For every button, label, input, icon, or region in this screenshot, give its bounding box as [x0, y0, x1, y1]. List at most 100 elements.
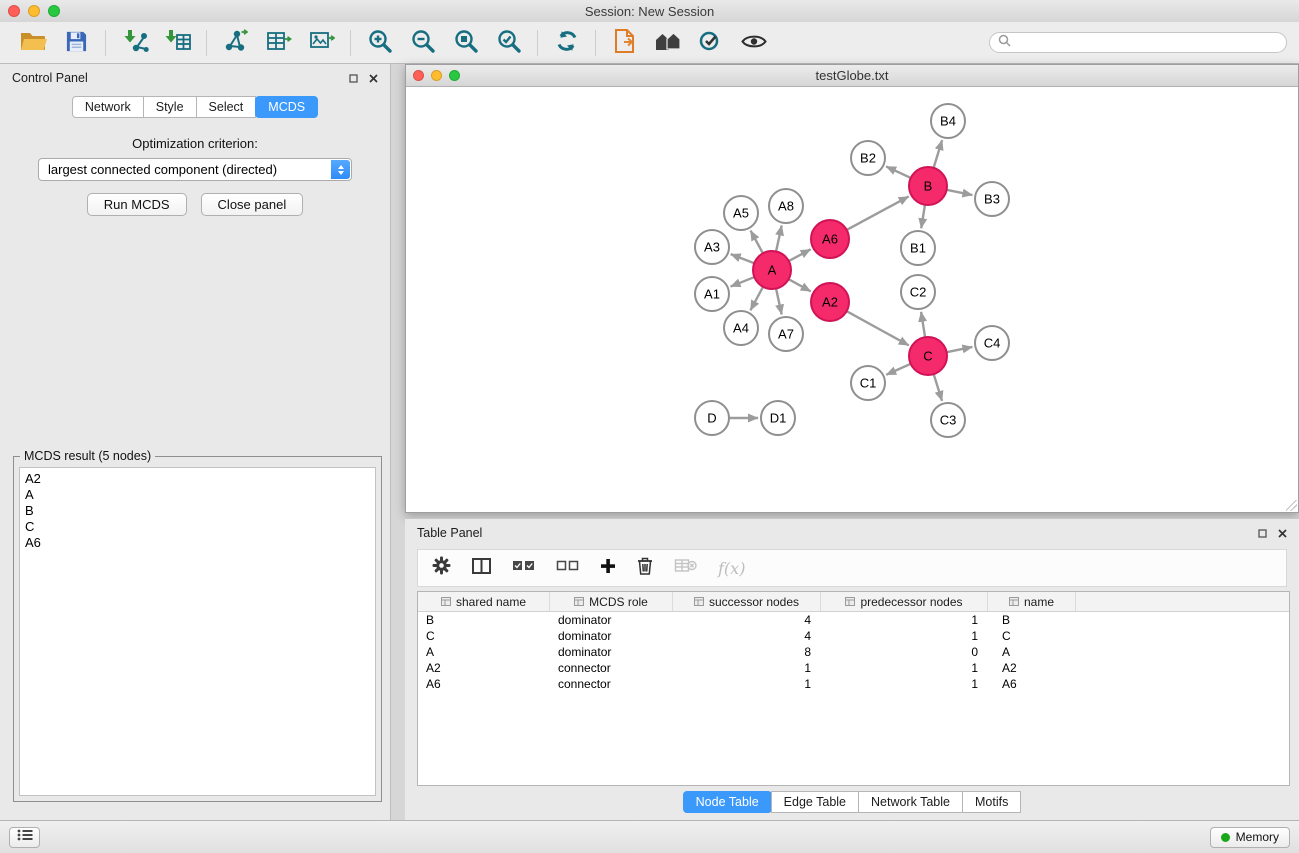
graph-node-A8[interactable]: A8: [769, 189, 803, 223]
toggle-visibility-button[interactable]: [732, 26, 775, 60]
graph-node-A2[interactable]: A2: [811, 283, 849, 321]
network-window-titlebar[interactable]: testGlobe.txt: [406, 65, 1298, 87]
graph-node-C[interactable]: C: [909, 337, 947, 375]
maximize-window-button[interactable]: [48, 5, 60, 17]
graph-edge-A-A4[interactable]: [750, 287, 763, 311]
run-mcds-button[interactable]: Run MCDS: [87, 193, 187, 216]
import-table-button[interactable]: [156, 26, 199, 60]
minimize-window-button[interactable]: [28, 5, 40, 17]
refresh-button[interactable]: [545, 26, 588, 60]
column-header-mcds-role[interactable]: MCDS role: [550, 592, 673, 611]
home-button[interactable]: [646, 26, 689, 60]
show-columns-button[interactable]: [472, 558, 491, 579]
close-panel-icon[interactable]: [369, 74, 378, 83]
float-panel-icon[interactable]: [349, 74, 358, 83]
table-row[interactable]: A dominator 8 0 A: [418, 644, 1289, 660]
graph-edge-A-A5[interactable]: [751, 231, 763, 254]
graph-node-B[interactable]: B: [909, 167, 947, 205]
delete-column-button[interactable]: [637, 557, 653, 580]
tab-node-table[interactable]: Node Table: [683, 791, 772, 813]
graph-edge-C-C1[interactable]: [886, 364, 910, 375]
column-header-name[interactable]: name: [988, 592, 1076, 611]
graph-edge-B-B2[interactable]: [886, 166, 911, 178]
mcds-result-item[interactable]: A: [25, 487, 370, 503]
graph-node-B1[interactable]: B1: [901, 231, 935, 265]
graph-edge-A6-B[interactable]: [847, 196, 909, 229]
graph-node-C4[interactable]: C4: [975, 326, 1009, 360]
graph-node-A4[interactable]: A4: [724, 311, 758, 345]
table-settings-button[interactable]: [432, 556, 451, 580]
export-image-button[interactable]: [300, 26, 343, 60]
clipboard-document-button[interactable]: [603, 26, 646, 60]
add-column-button[interactable]: [600, 558, 616, 579]
table-row[interactable]: B dominator 4 1 B: [418, 612, 1289, 628]
table-row[interactable]: A2 connector 1 1 A2: [418, 660, 1289, 676]
mcds-result-item[interactable]: C: [25, 519, 370, 535]
deselect-all-button[interactable]: [556, 559, 579, 577]
column-header-successor-nodes[interactable]: successor nodes: [673, 592, 821, 611]
import-network-button[interactable]: [113, 26, 156, 60]
function-builder-button[interactable]: f(x): [718, 559, 745, 578]
graph-edge-C-C2[interactable]: [921, 312, 925, 337]
graph-node-C2[interactable]: C2: [901, 275, 935, 309]
close-panel-button[interactable]: Close panel: [201, 193, 304, 216]
zoom-fit-button[interactable]: [444, 26, 487, 60]
tab-style[interactable]: Style: [143, 96, 197, 118]
select-all-button[interactable]: [512, 559, 535, 577]
close-panel-icon[interactable]: [1278, 529, 1287, 538]
save-session-button[interactable]: [55, 26, 98, 60]
graph-node-B4[interactable]: B4: [931, 104, 965, 138]
table-row[interactable]: A6 connector 1 1 A6: [418, 676, 1289, 692]
open-file-button[interactable]: [12, 26, 55, 60]
tab-mcds[interactable]: MCDS: [255, 96, 318, 118]
network-canvas[interactable]: AA1A2A3A4A5A6A7A8BB1B2B3B4CC1C2C3C4DD1: [407, 88, 1297, 511]
zoom-in-button[interactable]: [358, 26, 401, 60]
graph-node-A3[interactable]: A3: [695, 230, 729, 264]
graph-node-C1[interactable]: C1: [851, 366, 885, 400]
tab-motifs[interactable]: Motifs: [962, 791, 1021, 813]
table-row[interactable]: C dominator 4 1 C: [418, 628, 1289, 644]
graph-node-C3[interactable]: C3: [931, 403, 965, 437]
close-window-button[interactable]: [8, 5, 20, 17]
graph-edge-A-A1[interactable]: [731, 277, 755, 287]
graph-edge-A-A8[interactable]: [776, 226, 782, 252]
export-table-button[interactable]: [257, 26, 300, 60]
graph-edge-B-B4[interactable]: [934, 140, 943, 168]
tab-select[interactable]: Select: [196, 96, 257, 118]
graph-edge-B-B1[interactable]: [921, 205, 925, 228]
graph-edge-C-C3[interactable]: [934, 374, 942, 401]
search-input[interactable]: [1016, 35, 1278, 51]
zoom-out-button[interactable]: [401, 26, 444, 60]
resize-grip[interactable]: [1286, 500, 1297, 511]
graph-edge-A-A7[interactable]: [776, 289, 782, 315]
graph-node-D1[interactable]: D1: [761, 401, 795, 435]
graph-node-A5[interactable]: A5: [724, 196, 758, 230]
mcds-result-item[interactable]: B: [25, 503, 370, 519]
graph-node-D[interactable]: D: [695, 401, 729, 435]
column-header-shared-name[interactable]: shared name: [418, 592, 550, 611]
graph-node-A[interactable]: A: [753, 251, 791, 289]
delete-table-button[interactable]: [674, 558, 697, 578]
graph-edge-C-C4[interactable]: [947, 347, 973, 352]
graph-node-A6[interactable]: A6: [811, 220, 849, 258]
graph-edge-A-A3[interactable]: [731, 254, 755, 263]
float-panel-icon[interactable]: [1258, 529, 1267, 538]
graph-edge-B-B3[interactable]: [947, 190, 973, 195]
mcds-result-item[interactable]: A2: [25, 471, 370, 487]
zoom-selected-button[interactable]: [487, 26, 530, 60]
graph-node-A7[interactable]: A7: [769, 317, 803, 351]
graph-edge-A2-C[interactable]: [847, 311, 909, 345]
tab-network[interactable]: Network: [72, 96, 144, 118]
criterion-dropdown[interactable]: largest connected component (directed): [38, 158, 352, 181]
task-history-button[interactable]: [9, 827, 40, 848]
apply-style-button[interactable]: [689, 26, 732, 60]
tab-network-table[interactable]: Network Table: [858, 791, 963, 813]
tab-edge-table[interactable]: Edge Table: [771, 791, 859, 813]
graph-edge-A-A2[interactable]: [789, 279, 811, 291]
graph-node-A1[interactable]: A1: [695, 277, 729, 311]
column-header-predecessor-nodes[interactable]: predecessor nodes: [821, 592, 988, 611]
mcds-result-item[interactable]: A6: [25, 535, 370, 551]
memory-button[interactable]: Memory: [1210, 827, 1290, 848]
graph-node-B3[interactable]: B3: [975, 182, 1009, 216]
graph-edge-A-A6[interactable]: [789, 249, 811, 261]
